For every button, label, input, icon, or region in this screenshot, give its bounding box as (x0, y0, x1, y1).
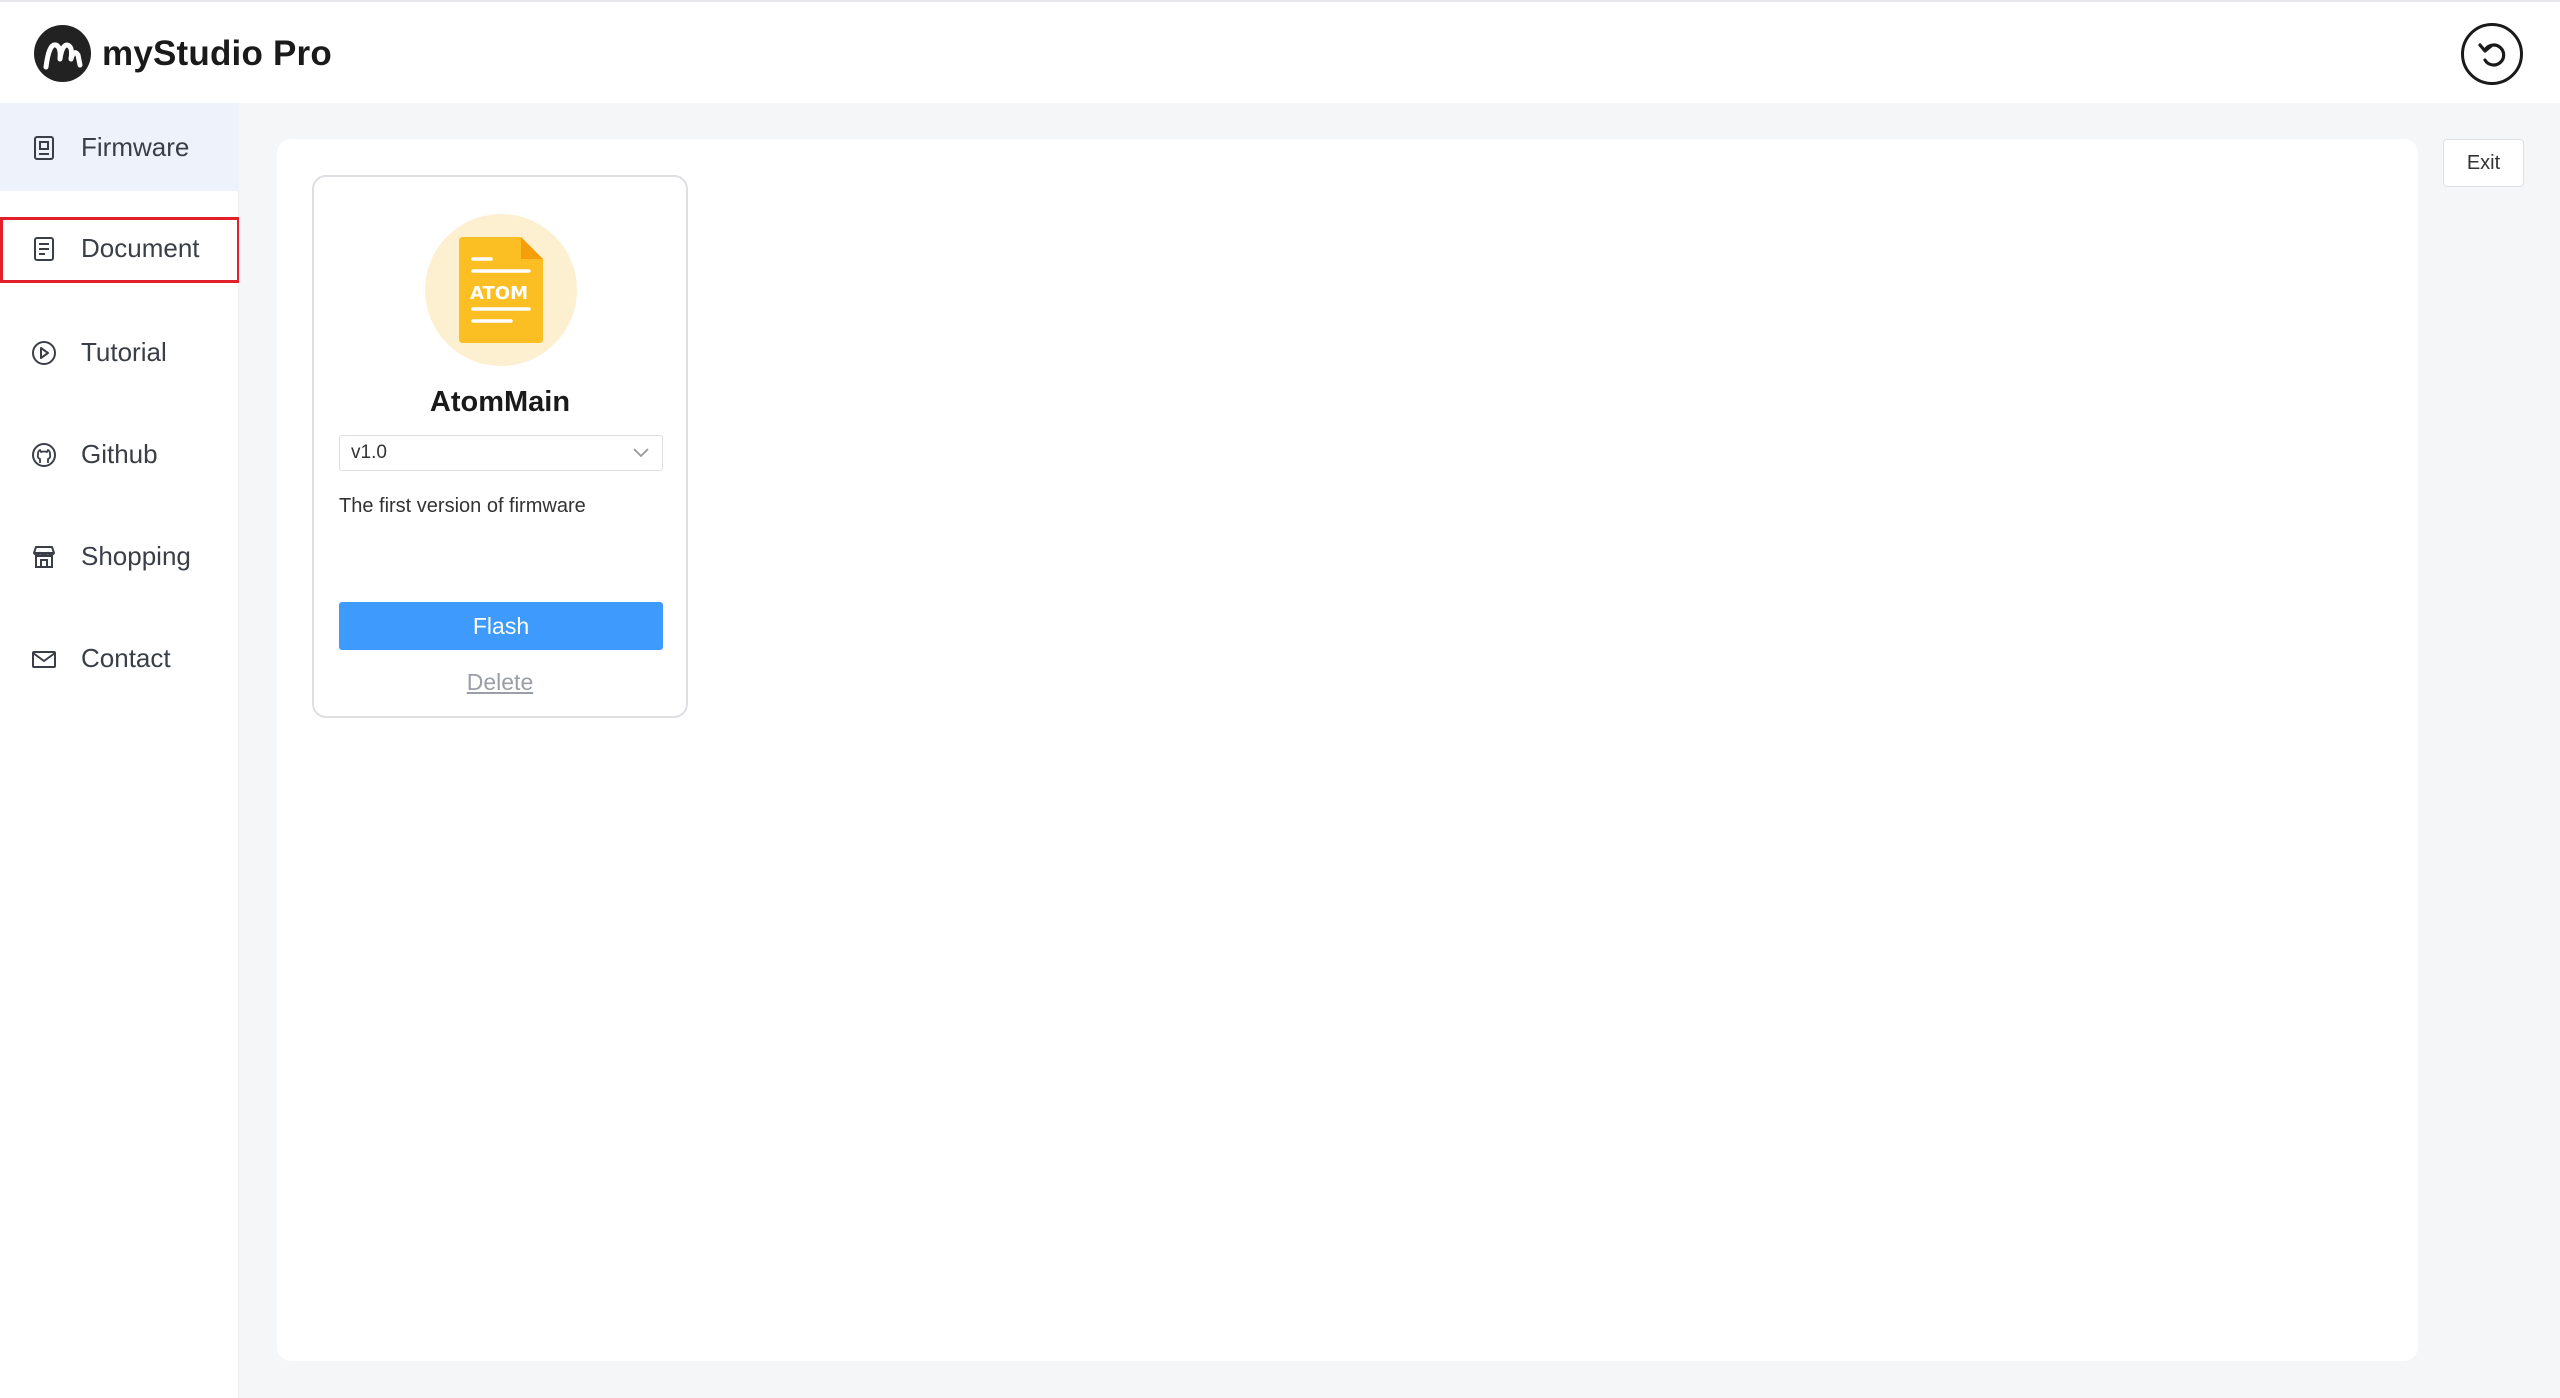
chevron-down-icon (633, 448, 649, 458)
document-icon (34, 237, 54, 261)
app-header: myStudio Pro (0, 0, 2560, 103)
shop-icon (33, 546, 55, 568)
firmware-title: AtomMain (429, 386, 571, 418)
sidebar-item-github[interactable]: Github (0, 410, 239, 498)
back-button[interactable] (2461, 23, 2523, 85)
sidebar: Firmware Document Tutorial Github Shoppi… (0, 103, 240, 1398)
sidebar-item-label: Shopping (81, 541, 191, 571)
flash-button[interactable]: Flash (339, 602, 663, 650)
sidebar-item-label: Firmware (81, 132, 190, 162)
sidebar-item-tutorial[interactable]: Tutorial (0, 308, 239, 396)
sidebar-item-document[interactable]: Document (0, 217, 240, 305)
firmware-card: ATOM AtomMain v1.0 The first version of … (312, 175, 688, 718)
sidebar-item-label: Tutorial (81, 337, 167, 367)
github-icon (32, 443, 56, 467)
sidebar-item-shopping[interactable]: Shopping (0, 512, 239, 600)
app-title: myStudio Pro (102, 34, 332, 73)
sidebar-item-label: Contact (81, 643, 171, 673)
atom-icon-text: ATOM (470, 283, 528, 304)
sidebar-item-label: Github (81, 439, 158, 469)
sidebar-item-firmware[interactable]: Firmware (0, 103, 239, 191)
mystudio-logo-icon (34, 25, 91, 82)
firmware-chip-icon (34, 136, 54, 160)
delete-link[interactable]: Delete (314, 667, 686, 697)
firmware-description: The first version of firmware (339, 495, 586, 517)
exit-button[interactable]: Exit (2443, 139, 2524, 187)
version-value: v1.0 (351, 442, 387, 463)
undo-arrow-icon (2478, 43, 2506, 67)
sidebar-item-contact[interactable]: Contact (0, 614, 239, 702)
play-circle-icon (32, 341, 56, 365)
mail-icon (32, 651, 56, 668)
version-select[interactable]: v1.0 (339, 435, 663, 471)
atom-file-icon: ATOM (425, 214, 577, 366)
sidebar-item-label: Document (81, 233, 200, 263)
